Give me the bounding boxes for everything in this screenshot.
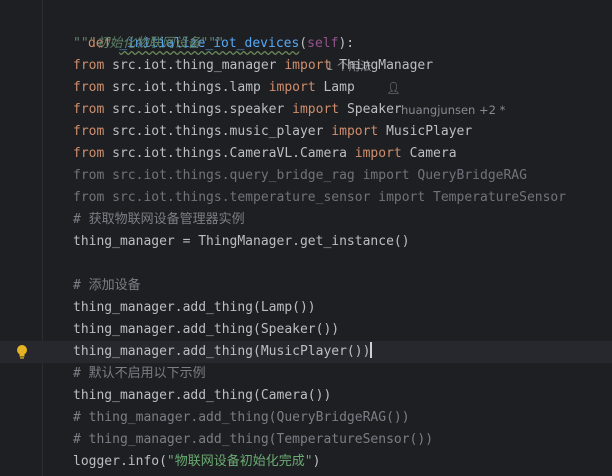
module-path: src.iot.thing_manager [112,58,277,73]
code-line-unused-import[interactable]: from src.iot.things.query_bridge_rag imp… [0,165,612,187]
code-line-add-speaker[interactable]: thing_manager.add_thing(Speaker()) [0,319,612,341]
from-keyword: from [73,102,105,117]
import-keyword: import [354,146,402,161]
code-line-comment[interactable]: # 获取物联网设备管理器实例 [0,209,612,231]
code-line-comment[interactable]: # thing_manager.add_thing(QueryBridgeRAG… [0,407,612,429]
unused-import: from src.iot.things.query_bridge_rag imp… [73,168,527,183]
unused-import: from src.iot.things.temperature_sensor i… [73,190,567,205]
import-name: Lamp [323,80,355,95]
code-line-get-instance[interactable]: thing_manager = ThingManager.get_instanc… [0,231,612,253]
import-keyword: import [268,80,316,95]
lightbulb-icon[interactable] [16,344,28,360]
comment: # 获取物联网设备管理器实例 [73,212,245,227]
comment: # 添加设备 [73,278,141,293]
docstring: """初始化物联网设备""" [73,36,224,51]
code-line-add-camera[interactable]: thing_manager.add_thing(Camera()) [0,385,612,407]
commented-code: # thing_manager.add_thing(TemperatureSen… [73,432,434,447]
code-editor[interactable]: def _initialize_iot_devices(self): 1 个用法… [0,0,612,476]
logger-message: "物联网设备初始化完成" [166,454,313,469]
logger-call: logger.info( [73,454,167,469]
import-keyword: import [292,102,340,117]
import-name: Speaker [346,102,402,117]
code-line-blank[interactable] [0,253,612,275]
import-keyword: import [284,58,332,73]
from-keyword: from [73,146,105,161]
from-keyword: from [73,58,105,73]
import-keyword: import [331,124,379,139]
comment: # 默认不启用以下示例 [73,366,206,381]
code-line-import[interactable]: from src.iot.things.lamp import Lamp [0,77,612,99]
import-name: ThingManager [339,58,434,73]
commented-code: # thing_manager.add_thing(QueryBridgeRAG… [73,410,410,425]
module-path: src.iot.things.CameraVL.Camera [112,146,347,161]
code-line-import[interactable]: from src.iot.things.music_player import … [0,121,612,143]
code-line-comment[interactable]: # 添加设备 [0,275,612,297]
code-line-add-lamp[interactable]: thing_manager.add_thing(Lamp()) [0,297,612,319]
add-speaker-statement: thing_manager.add_thing(Speaker()) [73,322,340,337]
import-name: Camera [409,146,457,161]
add-music-player-statement: thing_manager.add_thing(MusicPlayer()) [73,344,371,359]
code-line-import[interactable]: from src.iot.thing_manager import ThingM… [0,55,612,77]
code-line-def[interactable]: def _initialize_iot_devices(self): 1 个用法… [0,11,612,117]
code-line-import[interactable]: from src.iot.things.speaker import Speak… [0,99,612,121]
from-keyword: from [73,80,105,95]
code-line-import[interactable]: from src.iot.things.CameraVL.Camera impo… [0,143,612,165]
code-line-comment[interactable]: # thing_manager.add_thing(TemperatureSen… [0,429,612,451]
import-name: MusicPlayer [386,124,473,139]
add-lamp-statement: thing_manager.add_thing(Lamp()) [73,300,316,315]
logger-close: ) [312,454,321,469]
code-line-comment[interactable]: # 默认不启用以下示例 [0,363,612,385]
text-caret [370,342,372,358]
code-line-unused-import[interactable]: from src.iot.things.temperature_sensor i… [0,187,612,209]
code-line-docstring[interactable]: """初始化物联网设备""" [0,33,612,55]
module-path: src.iot.things.speaker [112,102,285,117]
get-instance-statement: thing_manager = ThingManager.get_instanc… [73,234,410,249]
from-keyword: from [73,124,105,139]
module-path: src.iot.things.music_player [112,124,324,139]
code-line-add-music-player[interactable]: thing_manager.add_thing(MusicPlayer()) [0,341,612,363]
module-path: src.iot.things.lamp [112,80,261,95]
add-camera-statement: thing_manager.add_thing(Camera()) [73,388,332,403]
code-line-logger[interactable]: logger.info("物联网设备初始化完成") [0,451,612,473]
